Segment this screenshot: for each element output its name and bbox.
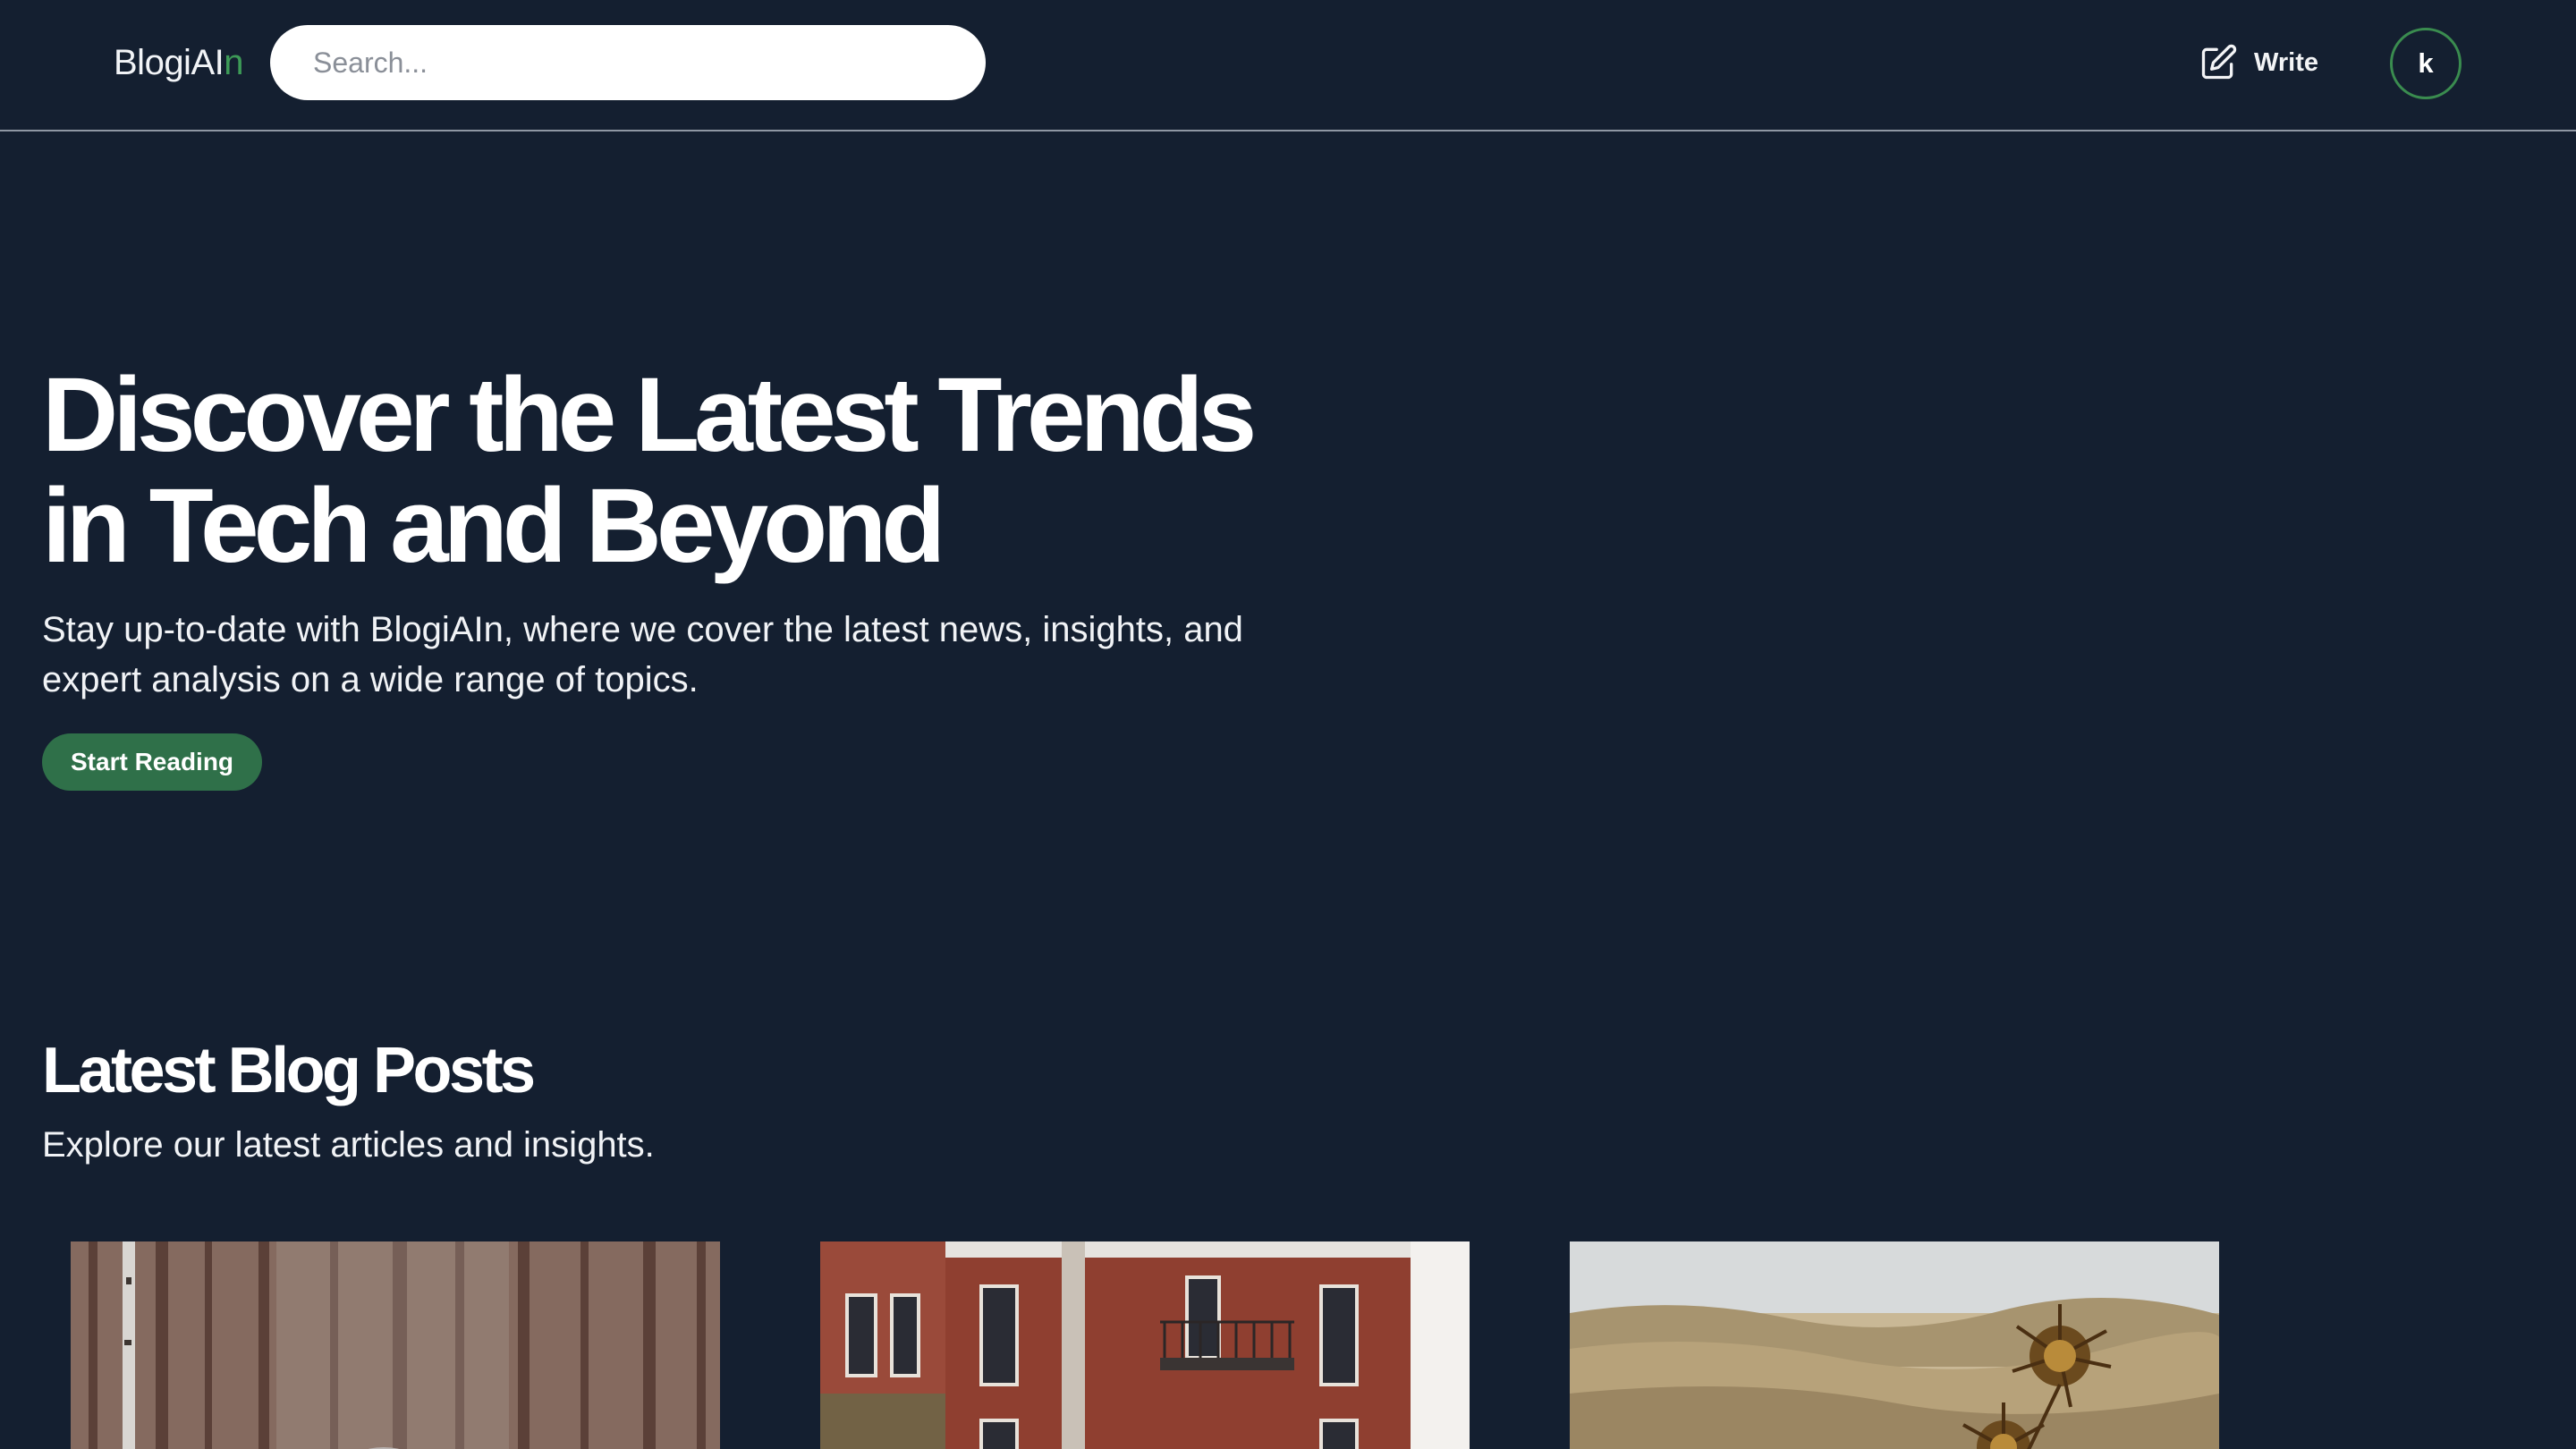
post-thumbnail-forest [71,1241,720,1449]
post-thumbnail-building [820,1241,1470,1449]
avatar[interactable]: k [2390,28,2462,99]
logo[interactable]: BlogiAIn [114,39,243,86]
write-button[interactable]: Write [2199,39,2318,86]
blog-post-card[interactable] [1570,1241,2219,1449]
blog-post-card[interactable] [71,1241,720,1449]
search-input[interactable] [270,25,986,100]
start-reading-button[interactable]: Start Reading [42,733,263,791]
logo-accent: n [224,43,243,82]
post-thumbnail-landscape [1570,1241,2219,1449]
latest-posts-subtitle: Explore our latest articles and insights… [42,1125,655,1165]
blog-post-card[interactable] [820,1241,1470,1449]
pencil-square-icon [2201,44,2237,80]
hero-title: Discover the Latest Trends in Tech and B… [42,356,1257,585]
hero-subtitle: Stay up-to-date with BlogiAIn, where we … [42,610,1243,699]
latest-posts-title: Latest Blog Posts [42,1035,536,1106]
write-label: Write [2254,47,2318,77]
logo-text: BlogiAI [114,43,225,82]
site-header: BlogiAIn Write k [0,0,2576,131]
